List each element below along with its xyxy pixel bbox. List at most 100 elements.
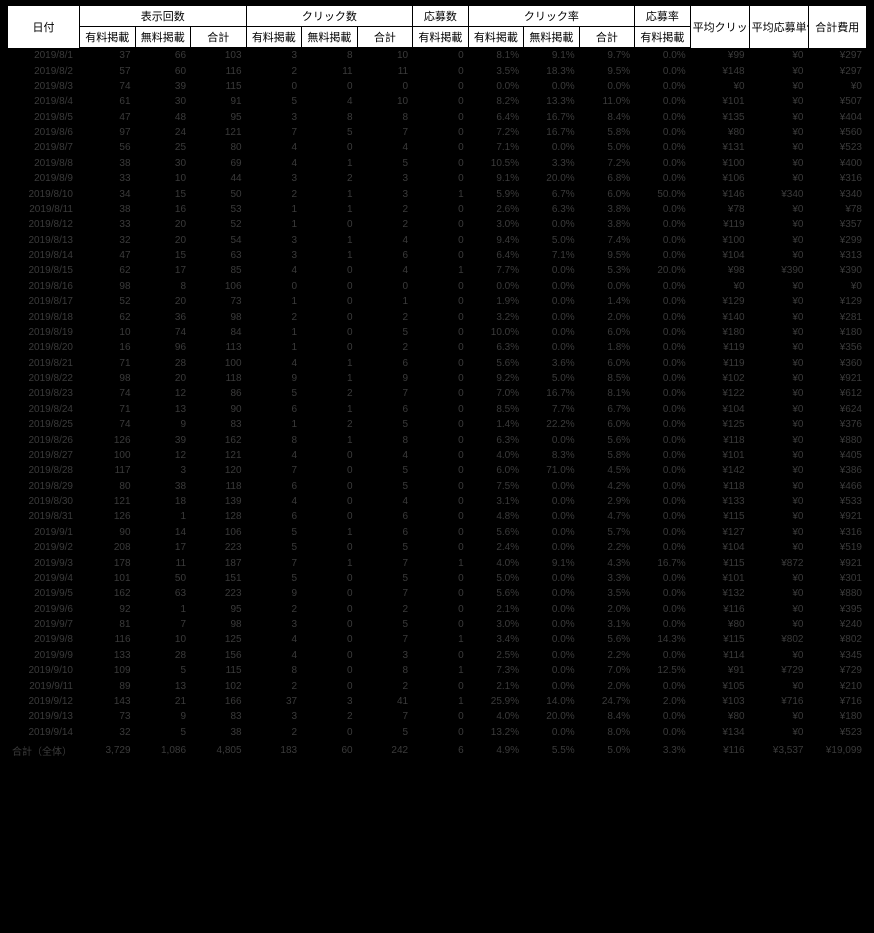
cell-clk_free: 0 bbox=[302, 479, 358, 494]
cell-ctr_total: 8.5% bbox=[579, 371, 635, 386]
cell-app_paid: 0 bbox=[413, 571, 469, 586]
cell-app_paid: 0 bbox=[413, 217, 469, 232]
cell-imp_free: 8 bbox=[135, 279, 191, 294]
cell-imp_paid: 74 bbox=[80, 79, 136, 94]
cell-cost: ¥390 bbox=[808, 263, 867, 278]
table-row: 2019/8/20169611310206.3%0.0%1.8%0.0%¥119… bbox=[7, 340, 867, 355]
cell-clk_paid: 2 bbox=[246, 186, 302, 201]
cell-clk_total: 6 bbox=[357, 248, 413, 263]
cell-cost: ¥612 bbox=[808, 386, 867, 401]
cell-cost: ¥345 bbox=[808, 648, 867, 663]
cell-clk_free: 0 bbox=[302, 325, 358, 340]
cell-cost: ¥560 bbox=[808, 125, 867, 140]
cell-ctr_total: 2.0% bbox=[579, 602, 635, 617]
cell-imp_free: 63 bbox=[135, 586, 191, 601]
cell-app_paid: 1 bbox=[413, 694, 469, 709]
cell-app_paid: 0 bbox=[413, 725, 469, 741]
cell-avg_apply: ¥0 bbox=[749, 110, 808, 125]
cell-ctr_free: 0.0% bbox=[524, 294, 580, 309]
cell-clk_total: 5 bbox=[357, 156, 413, 171]
header-clk-total: 合計 bbox=[357, 27, 413, 48]
cell-ctr_total: 8.4% bbox=[579, 709, 635, 724]
cell-imp_paid: 71 bbox=[80, 356, 136, 371]
cell-app_paid: 0 bbox=[413, 463, 469, 478]
table-row: 2019/8/301211813940403.1%0.0%2.9%0.0%¥13… bbox=[7, 494, 867, 509]
cell-clk_paid: 2 bbox=[246, 309, 302, 324]
cell-cost: ¥356 bbox=[808, 340, 867, 355]
cell-app_paid: 1 bbox=[413, 632, 469, 647]
cell-imp_free: 24 bbox=[135, 125, 191, 140]
cell-date: 2019/8/10 bbox=[7, 186, 80, 201]
cell-ctr_total: 6.0% bbox=[579, 186, 635, 201]
cell-clk_total: 3 bbox=[357, 648, 413, 663]
cell-ctr_free: 3.3% bbox=[524, 156, 580, 171]
cell-imp_free: 7 bbox=[135, 617, 191, 632]
cell-clk_paid: 6 bbox=[246, 509, 302, 524]
cell-clk_free: 1 bbox=[302, 402, 358, 417]
cell-date: 2019/8/5 bbox=[7, 110, 80, 125]
summary-ctr_total: 5.0% bbox=[579, 740, 635, 761]
cell-cost: ¥921 bbox=[808, 371, 867, 386]
cell-imp_total: 166 bbox=[191, 694, 247, 709]
cell-clk_free: 0 bbox=[302, 648, 358, 663]
cell-ar_paid: 20.0% bbox=[635, 263, 691, 278]
cell-imp_paid: 81 bbox=[80, 617, 136, 632]
table-row: 2019/8/29803811860507.5%0.0%4.2%0.0%¥118… bbox=[7, 479, 867, 494]
cell-avg_apply: ¥390 bbox=[749, 263, 808, 278]
cell-clk_total: 6 bbox=[357, 525, 413, 540]
cell-ar_paid: 0.0% bbox=[635, 94, 691, 109]
cell-avg_cpc: ¥127 bbox=[690, 525, 749, 540]
summary-imp_free: 1,086 bbox=[135, 740, 191, 761]
table-row: 2019/8/3743911500000.0%0.0%0.0%0.0%¥0¥0¥… bbox=[7, 79, 867, 94]
cell-clk_paid: 0 bbox=[246, 79, 302, 94]
table-row: 2019/8/2374128652707.0%16.7%8.1%0.0%¥122… bbox=[7, 386, 867, 401]
cell-imp_free: 30 bbox=[135, 156, 191, 171]
cell-imp_paid: 33 bbox=[80, 171, 136, 186]
cell-ctr_free: 20.0% bbox=[524, 709, 580, 724]
table-body: 2019/8/13766103381008.1%9.1%9.7%0.0%¥99¥… bbox=[7, 48, 867, 762]
cell-app_paid: 0 bbox=[413, 110, 469, 125]
cell-ar_paid: 0.0% bbox=[635, 678, 691, 693]
table-row: 2019/8/257498312501.4%22.2%6.0%0.0%¥125¥… bbox=[7, 417, 867, 432]
cell-ctr_free: 0.0% bbox=[524, 632, 580, 647]
cell-date: 2019/9/10 bbox=[7, 663, 80, 678]
cell-date: 2019/8/3 bbox=[7, 79, 80, 94]
cell-imp_total: 162 bbox=[191, 432, 247, 447]
table-row: 2019/8/4613091541008.2%13.3%11.0%0.0%¥10… bbox=[7, 94, 867, 109]
cell-app_paid: 0 bbox=[413, 648, 469, 663]
cell-avg_cpc: ¥119 bbox=[690, 217, 749, 232]
cell-clk_total: 7 bbox=[357, 555, 413, 570]
cell-avg_cpc: ¥101 bbox=[690, 448, 749, 463]
cell-ar_paid: 0.0% bbox=[635, 171, 691, 186]
table-row: 2019/9/22081722350502.4%0.0%2.2%0.0%¥104… bbox=[7, 540, 867, 555]
header-imp-total: 合計 bbox=[191, 27, 247, 48]
cell-avg_cpc: ¥103 bbox=[690, 694, 749, 709]
cell-cost: ¥297 bbox=[808, 48, 867, 64]
cell-imp_free: 17 bbox=[135, 263, 191, 278]
cell-clk_free: 0 bbox=[302, 632, 358, 647]
cell-cost: ¥360 bbox=[808, 356, 867, 371]
cell-ctr_total: 3.8% bbox=[579, 217, 635, 232]
cell-imp_paid: 178 bbox=[80, 555, 136, 570]
cell-date: 2019/8/19 bbox=[7, 325, 80, 340]
cell-ctr_total: 6.0% bbox=[579, 417, 635, 432]
cell-ctr_paid: 4.0% bbox=[468, 448, 524, 463]
cell-avg_apply: ¥0 bbox=[749, 279, 808, 294]
table-row: 2019/9/11891310220202.1%0.0%2.0%0.0%¥105… bbox=[7, 678, 867, 693]
cell-clk_free: 5 bbox=[302, 125, 358, 140]
cell-ar_paid: 0.0% bbox=[635, 709, 691, 724]
cell-app_paid: 0 bbox=[413, 79, 469, 94]
cell-clk_total: 6 bbox=[357, 509, 413, 524]
cell-avg_cpc: ¥104 bbox=[690, 402, 749, 417]
cell-imp_paid: 34 bbox=[80, 186, 136, 201]
table-row: 2019/8/1562178540417.7%0.0%5.3%20.0%¥98¥… bbox=[7, 263, 867, 278]
cell-date: 2019/8/18 bbox=[7, 309, 80, 324]
cell-ctr_paid: 4.8% bbox=[468, 509, 524, 524]
cell-ctr_paid: 4.0% bbox=[468, 555, 524, 570]
cell-ctr_total: 6.0% bbox=[579, 325, 635, 340]
cell-app_paid: 0 bbox=[413, 540, 469, 555]
cell-cost: ¥405 bbox=[808, 448, 867, 463]
cell-app_paid: 0 bbox=[413, 248, 469, 263]
cell-avg_apply: ¥0 bbox=[749, 140, 808, 155]
header-app-paid: 有料掲載 bbox=[413, 27, 469, 48]
